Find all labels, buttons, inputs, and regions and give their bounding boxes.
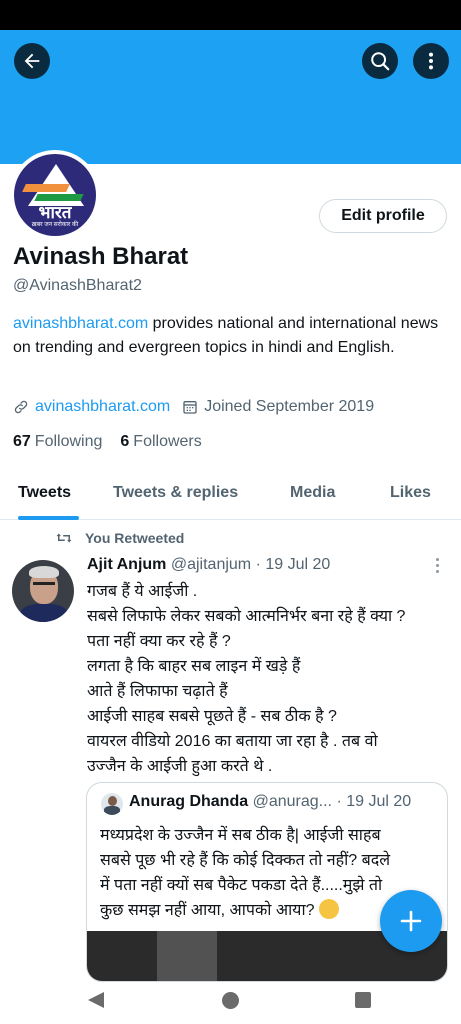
tweet-date: · 19 Jul 20 (255, 556, 331, 573)
tweet-author-avatar[interactable] (12, 560, 74, 622)
more-vertical-icon (428, 52, 434, 70)
edit-profile-button[interactable]: Edit profile (319, 199, 447, 233)
quoted-tweet[interactable]: Anurag Dhanda @anurag... · 19 Jul 20 मध्… (86, 782, 448, 982)
tweet-header: Ajit Anjum @ajitanjum · 19 Jul 20 (87, 556, 330, 574)
bio-link[interactable]: avinashbharat.com (13, 315, 148, 332)
tab-tweets[interactable]: Tweets (18, 484, 71, 502)
quote-author-name: Anurag Dhanda (129, 793, 249, 810)
system-nav-bar (0, 982, 461, 1024)
tweet-line: पता नहीं क्या कर रहे हैं ? (87, 633, 231, 650)
quote-line: मध्यप्रदेश के उज्जैन में सब ठीक है| आईजी… (100, 827, 381, 844)
profile-avatar[interactable]: भारत ख़बर जन सरोकार की (10, 150, 100, 240)
profile-bio: avinashbharat.com provides national and … (13, 312, 453, 360)
arrow-left-icon (24, 53, 40, 69)
active-tab-indicator (18, 516, 79, 520)
tweet-line: आईजी साहब सबसे पूछते हैं - सब ठीक है ? (87, 708, 337, 725)
retweet-label: You Retweeted (85, 530, 185, 546)
following-label: Following (34, 433, 103, 450)
quote-line: सबसे पूछ भी रहे हैं कि कोई दिक्कत तो नही… (100, 852, 391, 869)
followers-label: Followers (133, 433, 202, 450)
tweet-more-icon[interactable] (434, 558, 440, 574)
display-name: Avinash Bharat (13, 243, 189, 270)
back-button[interactable] (14, 43, 50, 79)
more-options-button[interactable] (413, 43, 449, 79)
search-icon (371, 52, 390, 71)
tab-media[interactable]: Media (290, 484, 335, 502)
quote-author-avatar (101, 793, 123, 815)
search-button[interactable] (362, 43, 398, 79)
quote-header: Anurag Dhanda @anurag... · 19 Jul 20 (129, 793, 411, 811)
tab-tweets-replies[interactable]: Tweets & replies (113, 484, 238, 502)
compose-tweet-button[interactable] (380, 890, 442, 952)
status-bar (0, 0, 461, 30)
tab-likes[interactable]: Likes (390, 484, 431, 502)
plus-icon (400, 910, 422, 932)
link-icon (14, 400, 28, 414)
tweet-line: उज्जैन के आईजी हुआ करते थे . (87, 758, 273, 775)
quote-author-handle: @anurag... (252, 793, 332, 810)
followers-count: 6 (120, 433, 130, 450)
quote-line: में पता नहीं क्यों सब पैकेट पकडा देते है… (100, 877, 383, 894)
followers-link[interactable]: 6 Followers (120, 433, 201, 451)
website-link[interactable]: avinashbharat.com (35, 398, 170, 416)
tweet-line: आते हैं लिफाफा चढ़ाते हैं (87, 683, 228, 700)
avatar-logo-tagline: ख़बर जन सरोकार की (31, 222, 79, 228)
nav-home-icon[interactable] (222, 992, 239, 1009)
following-count: 67 (13, 433, 31, 450)
tweet-line: लगता है कि बाहर सब लाइन में खड़े हैं (87, 658, 301, 675)
following-link[interactable]: 67 Following (13, 433, 102, 451)
profile-handle: @AvinashBharat2 (13, 277, 142, 294)
quote-date: · 19 Jul 20 (336, 793, 412, 810)
tweet-line: वायरल वीडियो 2016 का बताया जा रहा है . त… (87, 733, 378, 750)
calendar-icon (183, 401, 197, 414)
thinking-face-icon (318, 899, 339, 919)
joined-date: Joined September 2019 (204, 398, 375, 415)
retweet-context: You Retweeted (55, 530, 184, 546)
tweet-author-handle: @ajitanjum (170, 556, 252, 573)
nav-recents-icon[interactable] (355, 992, 371, 1008)
profile-tabs: Tweets Tweets & replies Media Likes (0, 470, 461, 520)
tweet-author-name[interactable]: Ajit Anjum (87, 556, 166, 573)
quote-line: कुछ समझ नहीं आया, आपको आया? (100, 902, 315, 919)
tweet-text: गजब हैं ये आईजी . सबसे लिफाफे लेकर सबको … (87, 579, 453, 779)
retweet-icon (56, 533, 72, 543)
tweet-line: गजब हैं ये आईजी . (87, 583, 198, 600)
tweet-line: सबसे लिफाफे लेकर सबको आत्मनिर्भर बना रहे… (87, 608, 406, 625)
follow-stats: 67 Following 6 Followers (13, 433, 220, 451)
profile-meta: avinashbharat.com Joined September 2019 (13, 396, 374, 418)
nav-back-icon[interactable] (88, 992, 104, 1008)
avatar-logo: भारत ख़बर जन सरोकार की (14, 154, 96, 236)
